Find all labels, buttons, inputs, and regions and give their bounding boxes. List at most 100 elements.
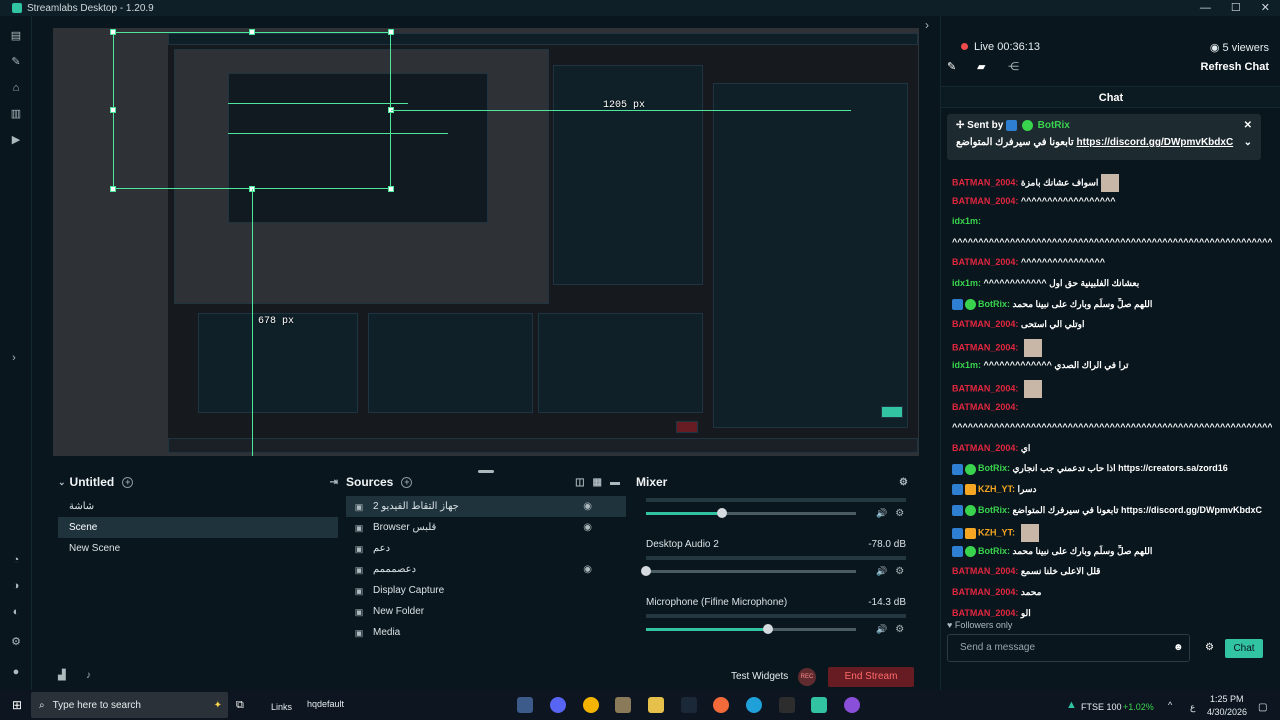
chat-message-list[interactable]: BATMAN_2004: اسواف عشانك بامزة BATMAN_200… [941, 170, 1280, 620]
volume-slider[interactable] [646, 624, 856, 634]
chat-username[interactable]: BotRix [978, 546, 1007, 556]
emote-picker-icon[interactable]: ☻ [1173, 642, 1184, 653]
scene-group-icon[interactable]: ▦ [593, 477, 602, 488]
source-item[interactable]: ▣ Browser قلبس ◉ [346, 517, 626, 538]
channel-settings-icon[interactable]: ⚙ [895, 566, 904, 577]
volume-slider[interactable] [646, 508, 856, 518]
themes-icon[interactable]: ✎ [10, 56, 22, 68]
source-item[interactable]: ▣ Media [346, 622, 626, 643]
collapse-chat-chevron-icon[interactable]: › [925, 18, 929, 32]
scene-item[interactable]: شاشة [58, 496, 338, 517]
scene-item[interactable]: New Scene [58, 538, 338, 559]
tools-icon[interactable]: ◐ [10, 606, 22, 618]
pinned-link[interactable]: https://discord.gg/DWpmvKbdxC [1077, 137, 1234, 148]
chat-username[interactable]: KZH_YT [978, 484, 1012, 494]
resize-handle[interactable] [388, 186, 394, 192]
gear-icon[interactable]: ⚙ [10, 636, 22, 648]
scene-options-icon[interactable]: ⇥ [330, 477, 338, 488]
chat-username[interactable]: BATMAN_2004 [952, 383, 1015, 393]
test-widgets-button[interactable]: Test Widgets [731, 671, 788, 682]
windows-start-icon[interactable]: ⊞ [12, 698, 22, 712]
play-icon[interactable]: ▶ [10, 134, 22, 146]
notifications-bell-icon[interactable]: ♪ [86, 670, 91, 681]
chat-username[interactable]: BATMAN_2004 [952, 587, 1015, 597]
expand-chevron-icon[interactable]: › [8, 352, 20, 364]
source-item[interactable]: ▣ دعم [346, 538, 626, 559]
share-icon[interactable]: ⋲ [1008, 60, 1019, 73]
resize-handle[interactable] [110, 29, 116, 35]
end-stream-button[interactable]: End Stream [828, 667, 914, 687]
channel-settings-icon[interactable]: ⚙ [895, 508, 904, 519]
editor-icon[interactable]: ▤ [10, 30, 22, 42]
settings-alt-icon[interactable]: ◑ [10, 580, 22, 592]
source-item[interactable]: ▣ New Folder [346, 601, 626, 622]
streamlabs-icon[interactable] [811, 697, 827, 713]
app-icon-yellow[interactable] [583, 697, 599, 713]
resize-handle[interactable] [249, 29, 255, 35]
chat-username[interactable]: idx1m [952, 360, 978, 370]
chat-username[interactable]: BATMAN_2004 [952, 177, 1015, 187]
record-button[interactable]: REC [798, 668, 816, 686]
mixer-settings-icon[interactable]: ⚙ [899, 477, 908, 488]
refresh-chat-button[interactable]: Refresh Chat [1201, 61, 1269, 73]
selected-source-box[interactable] [113, 32, 391, 189]
chat-username[interactable]: idx1m [952, 278, 978, 288]
source-item[interactable]: ▣ جهاز التقاط الفيديو 2 ◉ [346, 496, 626, 517]
resize-handle[interactable] [110, 107, 116, 113]
notification-icon[interactable]: ▢ [1258, 702, 1267, 713]
volume-slider[interactable] [641, 566, 856, 576]
app-icon-purple[interactable] [844, 697, 860, 713]
unpin-icon[interactable]: ✕ [1244, 120, 1252, 131]
ticker-name[interactable]: FTSE 100 [1081, 702, 1122, 712]
chat-username[interactable]: KZH_YT [978, 528, 1012, 538]
mute-speaker-icon[interactable]: 🔊 [876, 508, 887, 519]
chat-message-input[interactable]: Send a message [947, 634, 1190, 662]
layout-icon[interactable]: ▥ [10, 108, 22, 120]
chat-username[interactable]: BATMAN_2004 [952, 402, 1015, 412]
selective-recording-icon[interactable]: ◫ [575, 477, 584, 488]
visibility-eye-icon[interactable]: ◉ [583, 564, 592, 575]
chat-username[interactable]: BATMAN_2004 [952, 196, 1015, 206]
popout-icon[interactable]: ▰ [977, 60, 985, 73]
add-scene-icon[interactable]: + [122, 476, 134, 488]
volume-slider-knob[interactable] [762, 624, 773, 634]
send-chat-button[interactable]: Chat [1225, 639, 1263, 658]
minimize-button[interactable]: — [1200, 0, 1211, 16]
tray-chevron-icon[interactable]: ^ [1168, 700, 1172, 710]
chat-username[interactable]: idx1m [952, 216, 978, 226]
store-icon[interactable]: ⌂ [10, 82, 22, 94]
input-language[interactable]: ع [1190, 702, 1195, 713]
hqdefault-file[interactable]: hqdefault [307, 699, 344, 709]
chat-username[interactable]: BATMAN_2004 [952, 319, 1015, 329]
resize-handle[interactable] [110, 186, 116, 192]
resize-handle[interactable] [388, 29, 394, 35]
chat-username[interactable]: BotRix [978, 463, 1007, 473]
visibility-eye-icon[interactable]: ◉ [583, 501, 592, 512]
volume-slider-knob[interactable] [641, 566, 651, 576]
chat-username[interactable]: BATMAN_2004 [952, 443, 1015, 453]
edit-icon[interactable]: ✎ [947, 60, 956, 73]
capcut-icon[interactable] [779, 697, 795, 713]
expand-pinned-icon[interactable]: ⌄ [1244, 137, 1252, 148]
performance-icon[interactable]: ▟ [58, 670, 66, 681]
chat-username[interactable]: BotRix [978, 299, 1007, 309]
chat-settings-icon[interactable]: ⚙ [1205, 642, 1214, 653]
scene-item-active[interactable]: Scene [58, 517, 338, 538]
source-item[interactable]: ▣ دعصمممم ◉ [346, 559, 626, 580]
close-button[interactable]: ✕ [1261, 0, 1270, 16]
scene-collection-title[interactable]: Untitled [70, 475, 115, 489]
task-view-icon[interactable]: ⧉ [236, 699, 244, 712]
source-item[interactable]: ▣ Display Capture [346, 580, 626, 601]
edge-icon[interactable] [746, 697, 762, 713]
stream-preview[interactable]: 1205 px 678 px [53, 28, 919, 456]
visibility-eye-icon[interactable]: ◉ [583, 522, 592, 533]
chat-username[interactable]: BATMAN_2004 [952, 257, 1015, 267]
discord-icon[interactable] [550, 697, 566, 713]
chat-username[interactable]: BATMAN_2004 [952, 342, 1015, 352]
chat-username[interactable]: BATMAN_2004 [952, 608, 1015, 618]
taskbar-search[interactable]: ⌕ Type here to search ✦ [31, 692, 228, 718]
mute-speaker-icon[interactable]: 🔊 [876, 624, 887, 635]
maximize-button[interactable]: ☐ [1231, 0, 1241, 16]
add-folder-icon[interactable]: ▬ [610, 477, 620, 488]
steam-icon[interactable] [681, 697, 697, 713]
